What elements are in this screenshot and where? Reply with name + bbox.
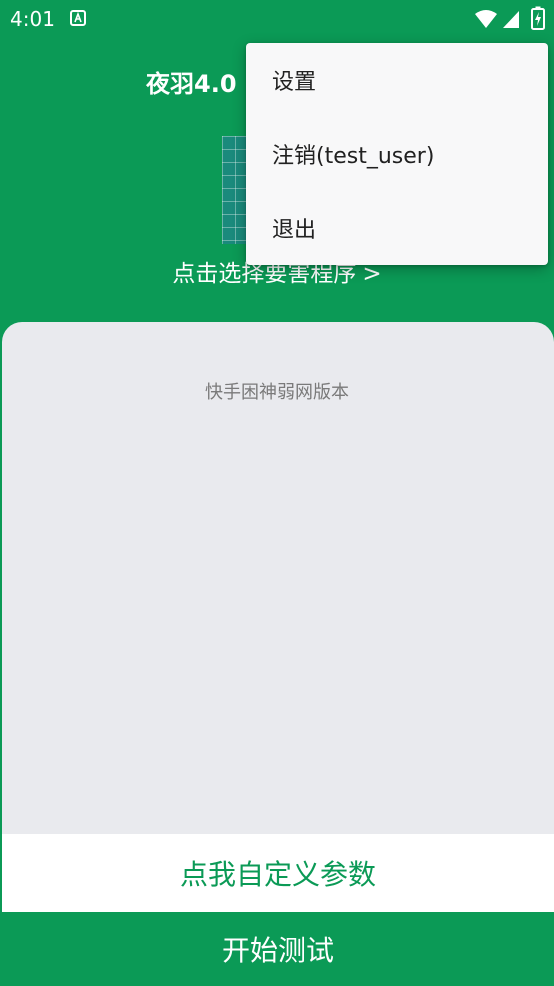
status-bar: 4:01 xyxy=(0,0,554,38)
wifi-icon xyxy=(475,10,497,28)
start-test-button[interactable]: 开始测试 xyxy=(2,912,554,986)
status-time: 4:01 xyxy=(10,7,55,31)
version-label: 快手困神弱网版本 xyxy=(205,382,349,403)
battery-charging-icon xyxy=(531,6,545,30)
menu-item-logout[interactable]: 注销(test_user) xyxy=(246,117,548,191)
overflow-menu: 设置 注销(test_user) 退出 xyxy=(246,43,548,265)
a-notification-icon xyxy=(70,10,86,26)
custom-params-button[interactable]: 点我自定义参数 xyxy=(2,834,554,912)
menu-item-settings[interactable]: 设置 xyxy=(246,43,548,117)
app-title: 夜羽4.0 xyxy=(146,70,237,98)
cellular-signal-icon xyxy=(503,11,519,28)
menu-item-exit[interactable]: 退出 xyxy=(246,191,548,265)
